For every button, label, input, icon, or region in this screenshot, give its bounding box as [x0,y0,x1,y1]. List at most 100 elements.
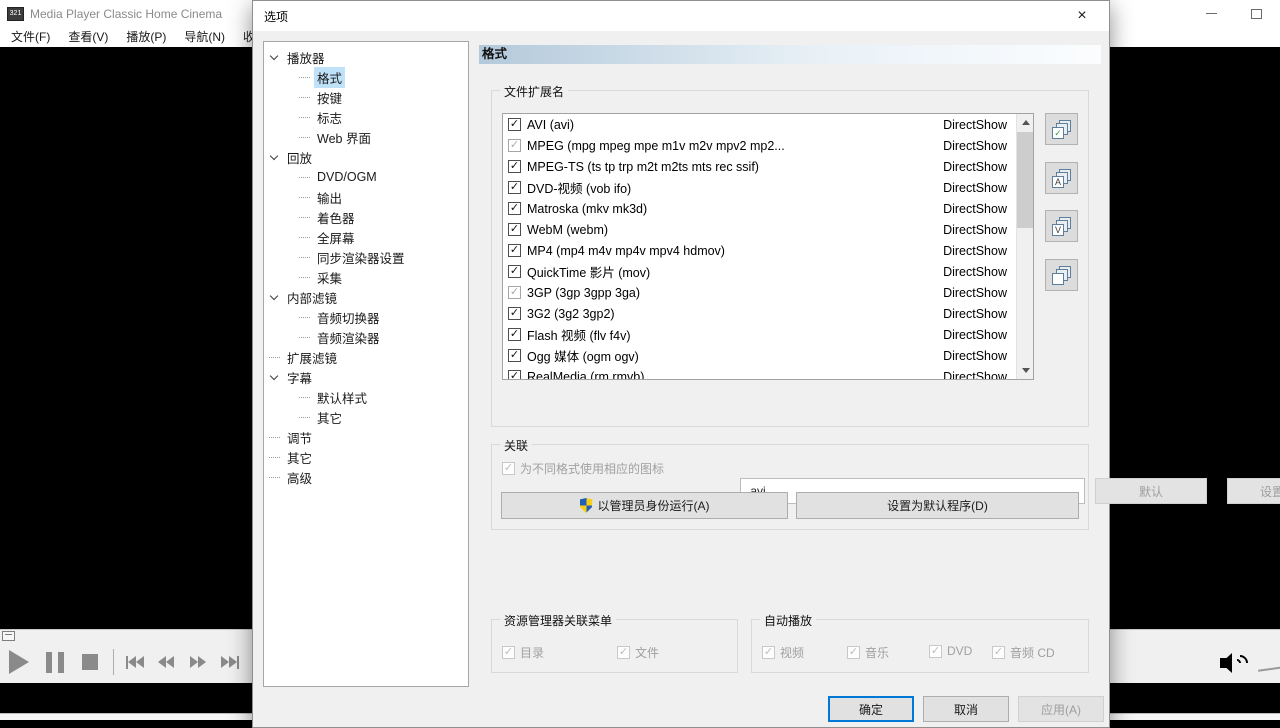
fast-forward-button[interactable] [190,656,206,668]
format-row-10[interactable]: ✓Flash 视频 (flv f4v)DirectShow [503,324,1033,345]
format-checkbox[interactable]: ✓ [508,160,521,173]
tree-item-4[interactable]: Web 界面 [264,127,468,147]
chevron-down-icon[interactable] [270,152,278,160]
autoplay-checkbox-row-2: ✓DVD [929,644,972,658]
menu-item-3[interactable]: 导航(N) [175,27,234,47]
format-name: MP4 (mp4 m4v mp4v mpv4 hdmov) [527,244,935,258]
tree-item-label: 扩展滤镜 [284,347,340,368]
tree-item-6[interactable]: DVD/OGM [264,167,468,187]
scrollbar-thumb[interactable] [1017,132,1034,228]
check-audio-formats-button[interactable]: A [1045,162,1078,194]
format-name: MPEG-TS (ts tp trp m2t m2ts mts rec ssif… [527,160,935,174]
list-scrollbar[interactable] [1016,114,1033,379]
tree-line [269,357,280,358]
format-row-1[interactable]: ✓MPEG (mpg mpeg mpe m1v m2v mpv2 mp2...D… [503,135,1033,156]
minimize-icon[interactable] [1206,13,1217,14]
format-engine: DirectShow [943,286,1007,300]
format-checkbox[interactable]: ✓ [508,223,521,236]
tree-item-label: 默认样式 [314,387,370,408]
tree-item-9[interactable]: 全屏幕 [264,227,468,247]
format-checkbox[interactable]: ✓ [508,328,521,341]
tree-item-21[interactable]: 高级 [264,467,468,487]
format-checkbox[interactable]: ✓ [508,307,521,320]
tree-item-11[interactable]: 采集 [264,267,468,287]
menu-item-2[interactable]: 播放(P) [117,27,175,47]
format-row-6[interactable]: ✓MP4 (mp4 m4v mp4v mpv4 hdmov)DirectShow [503,240,1033,261]
tree-item-8[interactable]: 着色器 [264,207,468,227]
format-checkbox[interactable]: ✓ [508,139,521,152]
run-as-admin-button[interactable]: 以管理员身份运行(A) [501,492,788,519]
format-checkbox[interactable]: ✓ [508,118,521,131]
tree-item-17[interactable]: 默认样式 [264,387,468,407]
tree-item-12[interactable]: 内部滤镜 [264,287,468,307]
skip-forward-button[interactable] [221,656,239,669]
pause-icon [46,652,52,673]
uncheck-all-formats-button[interactable] [1045,259,1078,291]
stop-button[interactable] [64,654,98,670]
chevron-down-icon[interactable] [270,292,278,300]
format-row-11[interactable]: ✓Ogg 媒体 (ogm ogv)DirectShow [503,345,1033,366]
chevron-down-icon[interactable] [270,52,278,60]
chevron-down-icon[interactable] [270,372,278,380]
tree-item-label: 音频渲染器 [314,327,383,348]
format-engine: DirectShow [943,349,1007,363]
tree-item-5[interactable]: 回放 [264,147,468,167]
scroll-up-icon[interactable] [1017,114,1034,131]
uac-shield-icon [580,498,593,513]
check-video-formats-button[interactable]: V [1045,210,1078,242]
format-checkbox[interactable]: ✓ [508,181,521,194]
format-checkbox[interactable]: ✓ [508,286,521,299]
tree-item-16[interactable]: 字幕 [264,367,468,387]
format-checkbox[interactable]: ✓ [508,202,521,215]
menu-item-1[interactable]: 查看(V) [59,27,117,47]
format-checkbox[interactable]: ✓ [508,370,521,380]
tree-line [299,197,310,198]
ok-button[interactable]: 确定 [828,696,914,722]
tree-item-0[interactable]: 播放器 [264,47,468,67]
format-engine: DirectShow [943,307,1007,321]
tree-line [299,77,310,78]
tree-item-3[interactable]: 标志 [264,107,468,127]
menu-item-0[interactable]: 文件(F) [2,27,59,47]
autoplay-checkbox: ✓ [929,645,942,658]
format-row-4[interactable]: ✓Matroska (mkv mk3d)DirectShow [503,198,1033,219]
format-row-2[interactable]: ✓ MPEG-TS (ts tp trp m2t m2ts mts rec ssi… [503,156,1033,177]
format-list[interactable]: ✓AVI (avi)DirectShow✓MPEG (mpg mpeg mpe … [502,113,1034,380]
maximize-icon[interactable] [1251,9,1262,19]
tree-item-14[interactable]: 音频渲染器 [264,327,468,347]
format-checkbox[interactable]: ✓ [508,265,521,278]
format-row-7[interactable]: ✓QuickTime 影片 (mov)DirectShow [503,261,1033,282]
tree-item-1[interactable]: 格式 [264,67,468,87]
autoplay-checkbox-row-0: ✓视频 [762,644,804,661]
tree-item-13[interactable]: 音频切换器 [264,307,468,327]
format-checkbox[interactable]: ✓ [508,349,521,362]
close-icon[interactable]: × [1067,3,1097,29]
tree-item-18[interactable]: 其它 [264,407,468,427]
seek-thumb[interactable] [2,631,15,641]
tree-item-2[interactable]: 按键 [264,87,468,107]
tree-item-15[interactable]: 扩展滤镜 [264,347,468,367]
tree-item-label: 标志 [314,107,345,128]
format-checkbox[interactable]: ✓ [508,244,521,257]
check-all-formats-button[interactable]: ✓ [1045,113,1078,145]
format-row-3[interactable]: ✓DVD-视频 (vob ifo)DirectShow [503,177,1033,198]
volume-icon[interactable] [1220,650,1254,676]
format-row-8[interactable]: ✓3GP (3gp 3gpp 3ga)DirectShow [503,282,1033,303]
file-extensions-group: 文件扩展名 ✓AVI (avi)DirectShow✓MPEG (mpg mpe… [491,90,1089,427]
cancel-button[interactable]: 取消 [923,696,1009,722]
tree-item-7[interactable]: 输出 [264,187,468,207]
format-row-12[interactable]: ✓RealMedia (rm rmvb)DirectShow [503,366,1033,380]
format-row-9[interactable]: ✓3G2 (3g2 3gp2)DirectShow [503,303,1033,324]
tree-item-19[interactable]: 调节 [264,427,468,447]
play-button[interactable] [0,650,29,674]
tree-item-10[interactable]: 同步渲染器设置 [264,247,468,267]
scroll-down-icon[interactable] [1017,362,1034,379]
tree-item-20[interactable]: 其它 [264,447,468,467]
pause-button[interactable] [46,652,64,673]
set-default-program-button[interactable]: 设置为默认程序(D) [796,492,1079,519]
format-row-5[interactable]: ✓WebM (webm)DirectShow [503,219,1033,240]
rewind-button[interactable] [158,656,174,668]
format-row-0[interactable]: ✓AVI (avi)DirectShow [503,114,1033,135]
explorer-label: 目录 [520,644,544,661]
skip-back-button[interactable] [126,656,144,669]
